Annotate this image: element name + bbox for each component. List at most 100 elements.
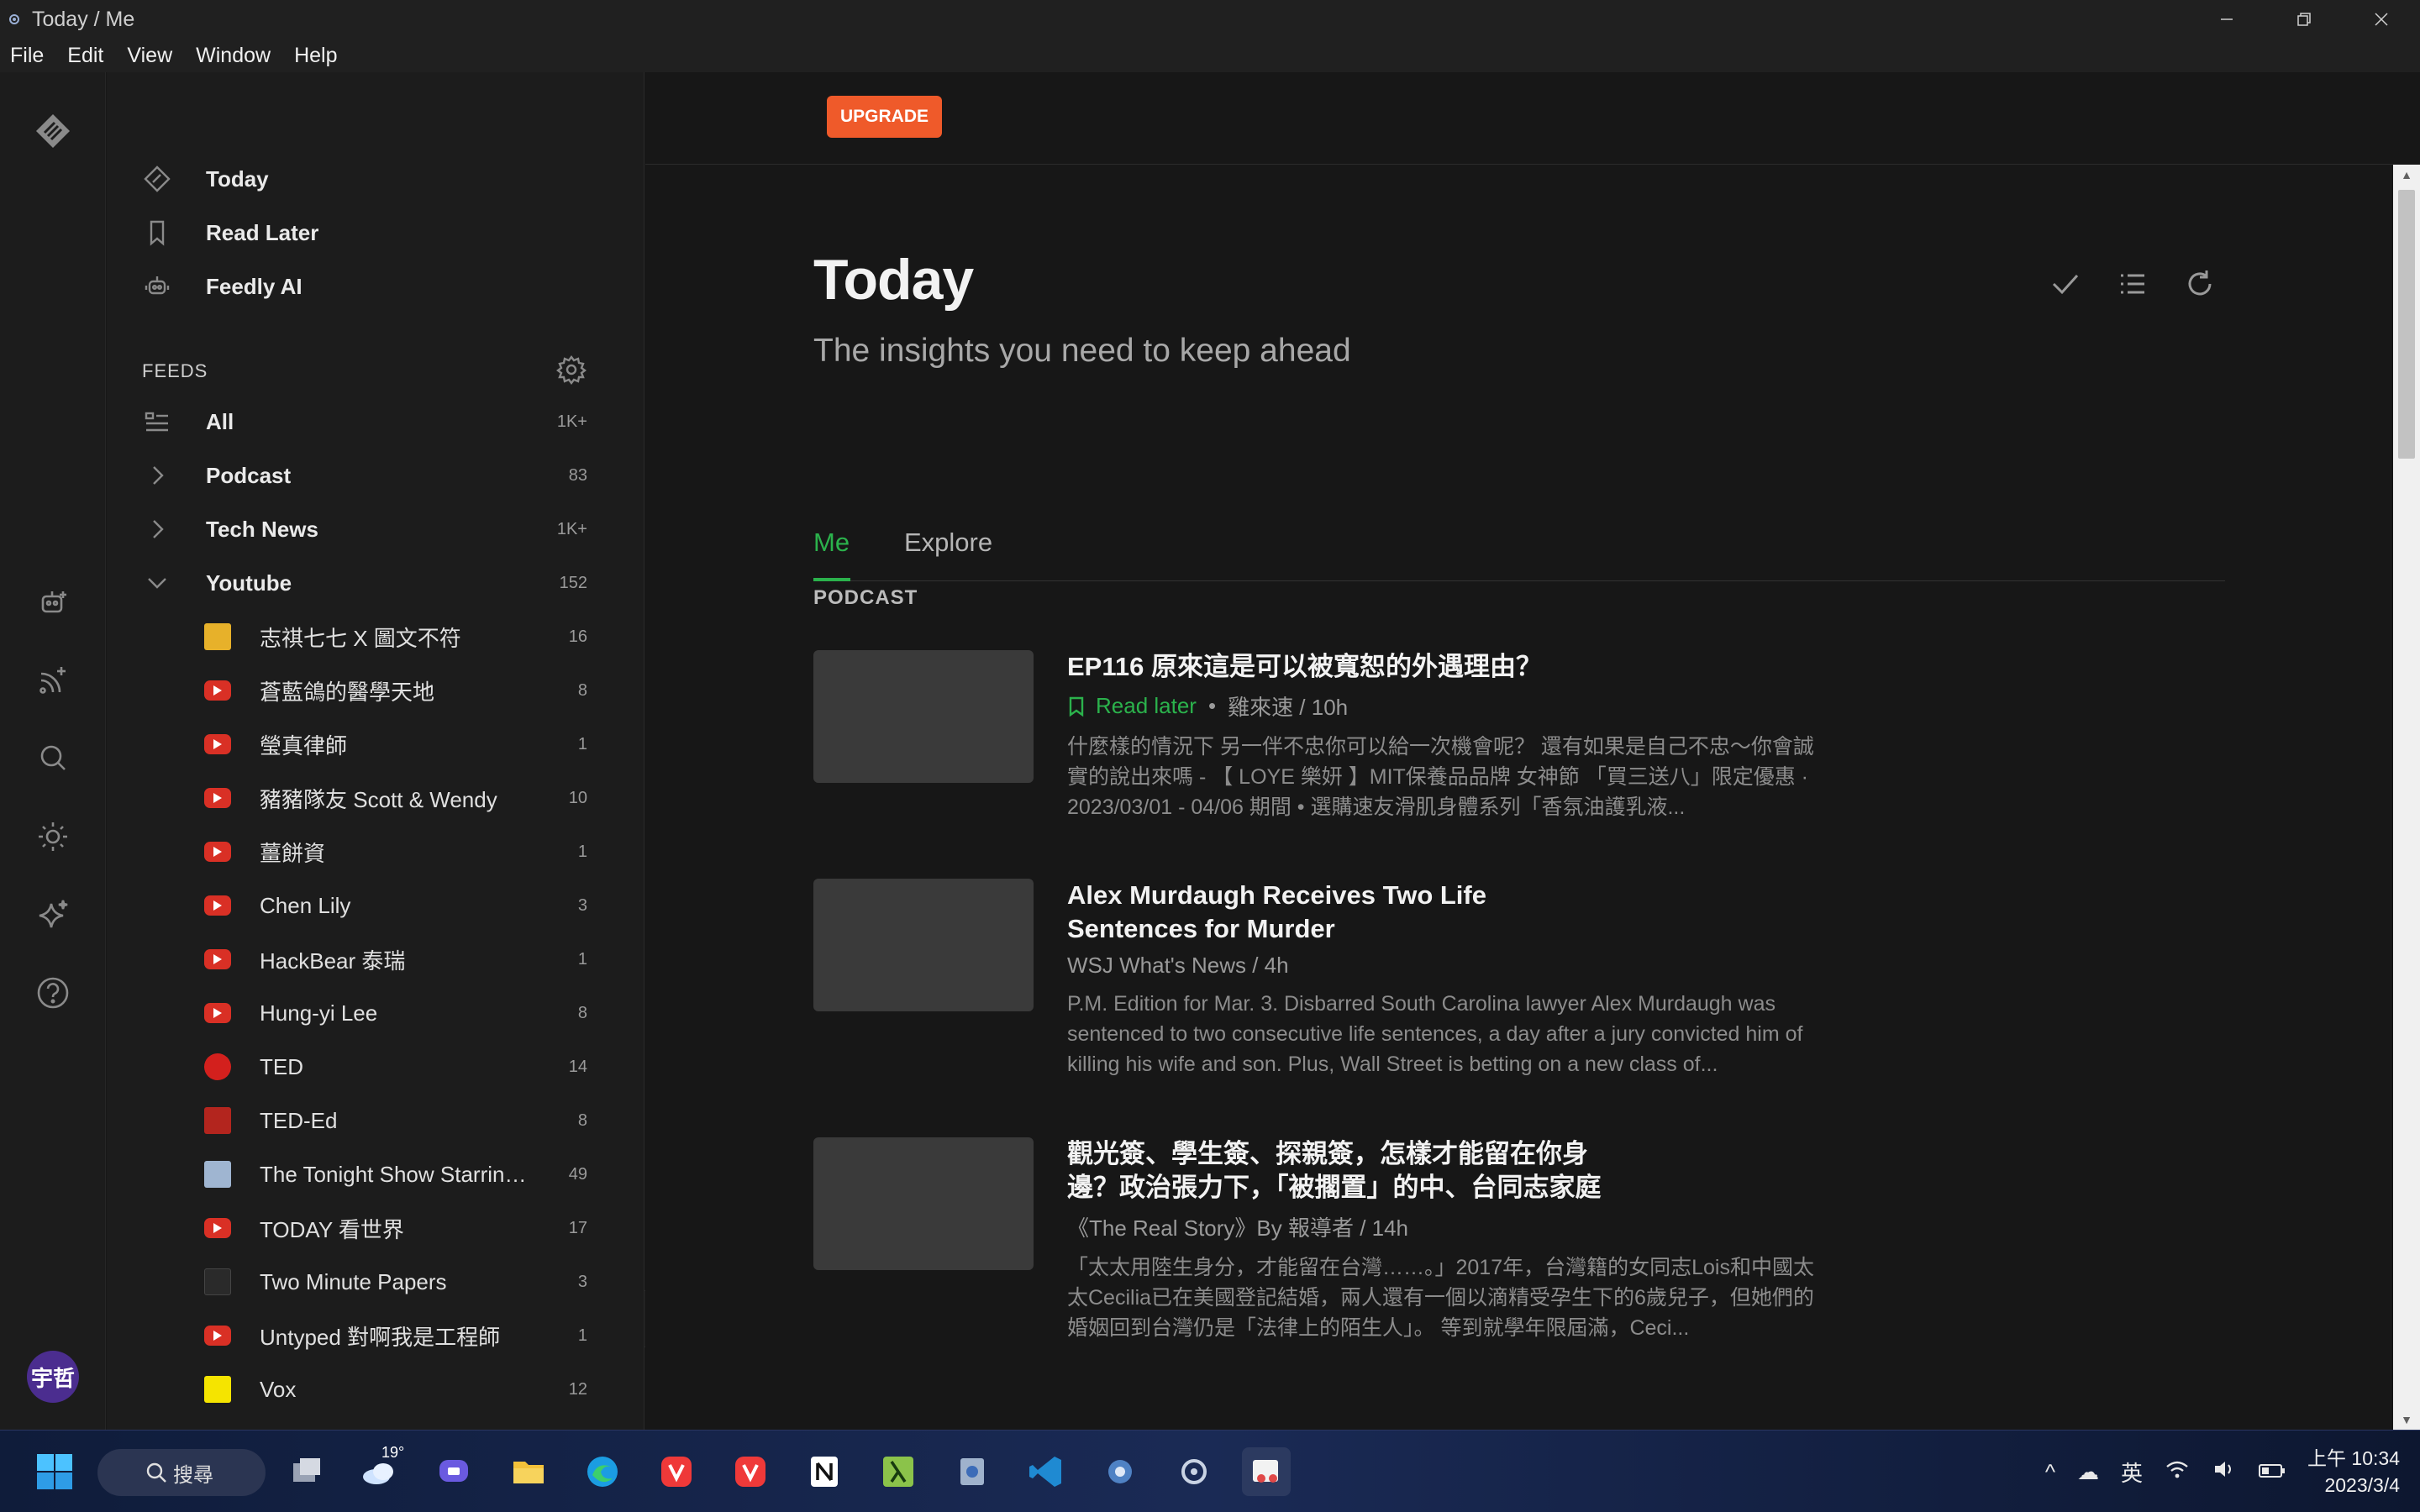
article-title[interactable]: Alex Murdaugh Receives Two Life Sentence… bbox=[1067, 879, 1504, 946]
read-later-link[interactable]: Read later bbox=[1067, 693, 1197, 719]
snipping-tool-icon[interactable] bbox=[1242, 1447, 1291, 1496]
feed-favicon-icon bbox=[204, 734, 231, 754]
feed-subscription-item[interactable]: TED 14 bbox=[204, 1045, 587, 1089]
vivaldi-app-icon[interactable] bbox=[726, 1447, 775, 1496]
feedly-logo-icon[interactable] bbox=[31, 109, 75, 153]
feed-podcast[interactable]: Podcast 83 bbox=[140, 454, 587, 497]
feed-favicon-icon bbox=[204, 680, 231, 701]
lambda-app-icon[interactable] bbox=[874, 1447, 923, 1496]
feed-subscription-item[interactable]: 瑩真律師 1 bbox=[204, 722, 587, 766]
sidebar-item-read-later[interactable]: Read Later bbox=[140, 212, 318, 254]
feed-subscription-item[interactable]: Two Minute Papers 3 bbox=[204, 1260, 587, 1304]
unread-count: 49 bbox=[568, 1164, 587, 1184]
menu-window[interactable]: Window bbox=[196, 44, 271, 68]
help-icon[interactable] bbox=[31, 971, 75, 1015]
file-explorer-icon[interactable] bbox=[504, 1447, 553, 1496]
feed-subscription-item[interactable]: 志祺七七 X 圖文不符 16 bbox=[204, 615, 587, 659]
sidebar-item-today[interactable]: Today bbox=[140, 158, 269, 200]
article-source[interactable]: 《The Real Story》By 報導者 / 14h bbox=[1067, 1211, 1408, 1242]
menu-help[interactable]: Help bbox=[294, 44, 337, 68]
feed-subscription-label: TODAY 看世界 bbox=[260, 1216, 404, 1242]
chevron-right-icon[interactable] bbox=[140, 514, 174, 544]
sidebar-item-feedly-ai[interactable]: Feedly AI bbox=[140, 265, 302, 307]
feed-subscription-item[interactable]: The Tonight Show Starrin… 49 bbox=[204, 1152, 587, 1196]
restore-button[interactable] bbox=[2265, 0, 2343, 39]
vertical-scrollbar[interactable]: ▲ ▼ bbox=[2393, 165, 2420, 1430]
tab-explore[interactable]: Explore bbox=[904, 528, 992, 558]
chevron-right-icon[interactable] bbox=[140, 460, 174, 491]
minimize-button[interactable] bbox=[2188, 0, 2265, 39]
upgrade-button[interactable]: UPGRADE bbox=[827, 96, 943, 138]
task-view-icon[interactable] bbox=[282, 1447, 331, 1496]
chevron-down-icon[interactable] bbox=[140, 568, 174, 598]
feed-subscription-item[interactable]: Untyped 對啊我是工程師 1 bbox=[204, 1314, 587, 1357]
scroll-up-arrow-icon[interactable]: ▲ bbox=[2393, 165, 2420, 185]
tray-overflow-chevron-icon[interactable]: ^ bbox=[2045, 1459, 2055, 1485]
paint-app-icon[interactable] bbox=[948, 1447, 997, 1496]
article-meta: Read later • 雞來速 / 10h bbox=[1067, 690, 1823, 722]
menu-view[interactable]: View bbox=[127, 44, 172, 68]
vivaldi-icon[interactable] bbox=[652, 1447, 701, 1496]
feed-subscription-item[interactable]: HackBear 泰瑞 1 bbox=[204, 937, 587, 981]
layout-options-button[interactable] bbox=[2099, 259, 2166, 309]
battery-icon[interactable] bbox=[2259, 1459, 2286, 1485]
taskbar-search[interactable]: 搜尋 bbox=[97, 1449, 266, 1496]
avatar[interactable]: 宇哲 bbox=[27, 1351, 79, 1403]
settings-gear-icon[interactable] bbox=[1096, 1447, 1144, 1496]
tab-me[interactable]: Me bbox=[813, 528, 850, 558]
sparkle-icon[interactable] bbox=[31, 892, 75, 936]
page-title: Today bbox=[813, 248, 974, 312]
feed-subscription-item[interactable]: TED-Ed 8 bbox=[204, 1099, 587, 1142]
add-content-icon[interactable] bbox=[31, 581, 75, 625]
taskbar-clock[interactable]: 上午 10:34 2023/3/4 bbox=[2307, 1445, 2400, 1499]
article-title[interactable]: EP116 原來這是可以被寬恕的外遇理由？ bbox=[1067, 650, 1823, 684]
article-thumbnail[interactable] bbox=[813, 1137, 1034, 1270]
unread-count: 14 bbox=[568, 1057, 587, 1076]
feed-subscription-item[interactable]: Hung-yi Lee 8 bbox=[204, 991, 587, 1035]
feed-tech-news[interactable]: Tech News 1K+ bbox=[140, 507, 587, 551]
article-meta: 《The Real Story》By 報導者 / 14h bbox=[1067, 1211, 1823, 1242]
mark-as-read-button[interactable] bbox=[2032, 259, 2099, 309]
menu-edit[interactable]: Edit bbox=[67, 44, 103, 68]
unread-count: 3 bbox=[577, 1272, 587, 1291]
feedly-app-gear-icon[interactable] bbox=[1170, 1447, 1218, 1496]
article-source[interactable]: 雞來速 / 10h bbox=[1228, 690, 1348, 722]
article-source[interactable]: WSJ What's News / 4h bbox=[1067, 953, 1289, 979]
feed-subscription-item[interactable]: 豬豬隊友 Scott & Wendy 10 bbox=[204, 776, 587, 820]
article-thumbnail[interactable] bbox=[813, 879, 1034, 1011]
taskbar: 搜尋 19° ^ ☁ 英 上午 10:34 2023/3/4 bbox=[0, 1430, 2420, 1512]
article-summary: P.M. Edition for Mar. 3. Disbarred South… bbox=[1067, 992, 1803, 1076]
feed-subscription-item[interactable]: Vox 12 bbox=[204, 1368, 587, 1411]
feed-subscription-item[interactable]: TODAY 看世界 17 bbox=[204, 1206, 587, 1250]
onedrive-cloud-icon[interactable]: ☁ bbox=[2077, 1459, 2099, 1485]
article-title[interactable]: 觀光簽、學生簽、探親簽，怎樣才能留在你身邊？政治張力下，「被擱置」的中、台同志家… bbox=[1067, 1137, 1605, 1205]
scroll-thumb[interactable] bbox=[2398, 190, 2415, 459]
refresh-button[interactable] bbox=[2166, 259, 2233, 309]
notion-icon[interactable] bbox=[800, 1447, 849, 1496]
feed-youtube[interactable]: Youtube 152 bbox=[140, 561, 587, 605]
close-window-button[interactable] bbox=[2343, 0, 2420, 39]
ime-indicator[interactable]: 英 bbox=[2121, 1457, 2143, 1488]
wifi-icon[interactable] bbox=[2165, 1458, 2190, 1486]
unread-count: 17 bbox=[568, 1218, 587, 1237]
feed-subscription-item[interactable]: 薑餅資 1 bbox=[204, 830, 587, 874]
feed-all[interactable]: All 1K+ bbox=[140, 400, 587, 444]
windows-start-icon[interactable] bbox=[30, 1447, 79, 1496]
menu-file[interactable]: File bbox=[10, 44, 44, 68]
feed-subscription-label: 志祺七七 X 圖文不符 bbox=[260, 625, 461, 651]
feeds-settings-gear-icon[interactable] bbox=[555, 354, 587, 390]
weather-widget-icon[interactable]: 19° bbox=[356, 1444, 405, 1496]
article-thumbnail[interactable] bbox=[813, 650, 1034, 783]
feed-subscription-item[interactable]: Chen Lily 3 bbox=[204, 884, 587, 927]
feed-subscription-label: 蒼藍鴿的醫學天地 bbox=[260, 679, 435, 705]
feed-favicon-icon bbox=[204, 788, 231, 808]
teams-chat-icon[interactable] bbox=[430, 1447, 479, 1496]
follow-sources-icon[interactable] bbox=[31, 659, 75, 702]
edge-browser-icon[interactable] bbox=[578, 1447, 627, 1496]
volume-icon[interactable] bbox=[2212, 1458, 2237, 1486]
feed-subscription-item[interactable]: 蒼藍鴿的醫學天地 8 bbox=[204, 669, 587, 712]
theme-sun-icon[interactable] bbox=[31, 815, 75, 858]
search-icon[interactable] bbox=[31, 736, 75, 780]
scroll-down-arrow-icon[interactable]: ▼ bbox=[2393, 1410, 2420, 1430]
vscode-icon[interactable] bbox=[1022, 1447, 1071, 1496]
